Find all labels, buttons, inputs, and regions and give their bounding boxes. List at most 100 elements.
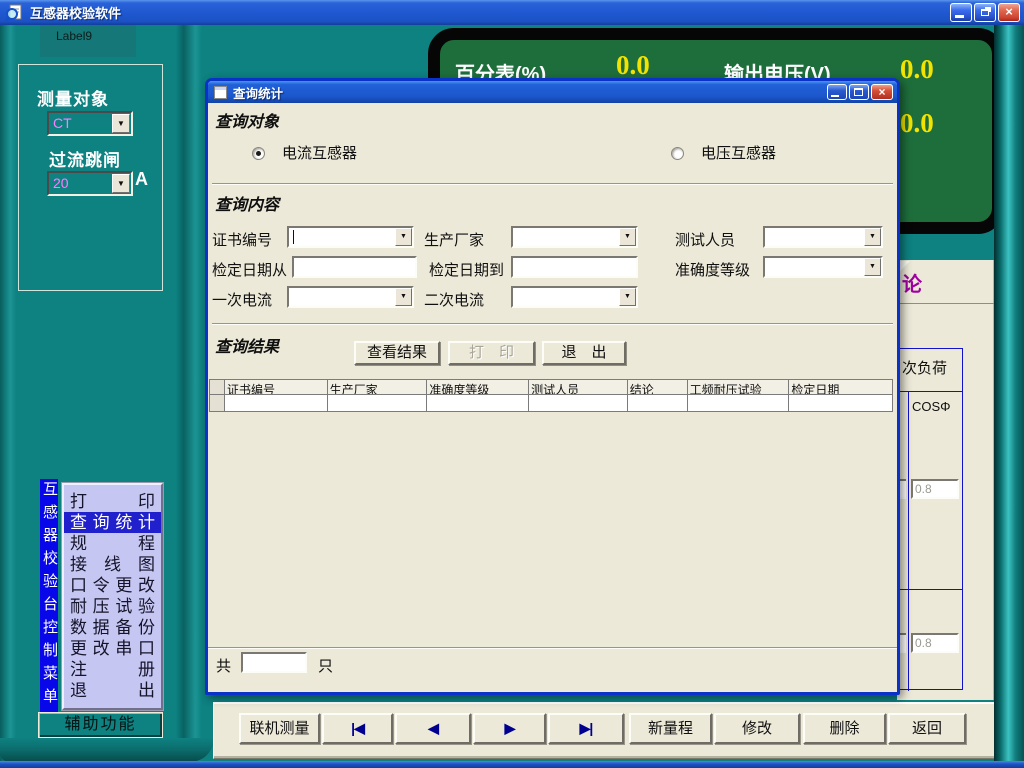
menu-item-exit[interactable]: 退出 — [64, 680, 161, 701]
chevron-down-icon[interactable]: ▼ — [864, 258, 881, 276]
voltage-value: 0.0 — [900, 54, 934, 85]
menu-item-change-serial-port[interactable]: 更改串口 — [64, 638, 161, 659]
dialog-close-button[interactable]: × — [871, 84, 893, 100]
menu-item-register[interactable]: 注册 — [64, 659, 161, 680]
label9-patch: Label9 — [40, 24, 136, 57]
tester-combo[interactable]: ▼ — [763, 226, 883, 248]
menu-item-change-password[interactable]: 口令更改 — [64, 575, 161, 596]
window-restore-button[interactable] — [974, 3, 996, 22]
table-header-conclusion: 结论 — [628, 380, 688, 395]
dialog-titlebar[interactable]: 查询统计 × — [208, 81, 897, 103]
ampere-unit-label: A — [135, 169, 148, 190]
section-divider — [212, 323, 893, 325]
results-table[interactable]: 证书编号 生产厂家 准确度等级 测试人员 结论 工频耐压试验 检定日期 — [209, 379, 893, 412]
window-title: 互感器校验软件 — [30, 3, 121, 22]
cos-phi-input-1[interactable]: 0.8 — [911, 479, 959, 499]
table-cell-empty — [328, 395, 428, 411]
auxiliary-functions-button[interactable]: 辅助功能 — [38, 712, 163, 738]
new-range-button[interactable]: 新量程 — [629, 713, 712, 744]
current-transformer-radio[interactable] — [252, 147, 265, 160]
app-icon — [5, 3, 24, 22]
main-titlebar[interactable]: 互感器校验软件 × — [0, 0, 1024, 25]
chevron-down-icon[interactable]: ▼ — [395, 288, 412, 306]
window-minimize-button[interactable] — [950, 3, 972, 22]
modify-button[interactable]: 修改 — [714, 713, 800, 744]
table-header-date: 检定日期 — [789, 380, 892, 395]
total-count-input[interactable] — [241, 652, 307, 673]
menu-item-regulations[interactable]: 规程 — [64, 533, 161, 554]
menu-vertical-title: 互感器校验台控制菜单 — [40, 479, 58, 712]
overcurrent-trip-label: 过流跳闸 — [49, 146, 121, 171]
table-header-selector — [210, 380, 225, 395]
date-to-label: 检定日期到 — [429, 259, 504, 280]
secondary-current-combo[interactable]: ▼ — [511, 286, 638, 308]
chevron-down-icon[interactable]: ▼ — [112, 174, 130, 193]
table-cell-empty — [789, 395, 892, 411]
chevron-down-icon[interactable]: ▼ — [619, 228, 636, 246]
delete-button[interactable]: 删除 — [803, 713, 886, 744]
menu-item-withstand-voltage-test[interactable]: 耐压试验 — [64, 596, 161, 617]
menu-item-wiring-diagram[interactable]: 接线图 — [64, 554, 161, 575]
cos-phi-input-2[interactable]: 0.8 — [911, 633, 959, 653]
online-measure-button[interactable]: 联机测量 — [239, 713, 320, 744]
date-from-input[interactable] — [292, 256, 417, 278]
backdrop-divider — [897, 303, 994, 304]
chevron-down-icon[interactable]: ▼ — [112, 114, 130, 133]
unit-label: 只 — [318, 655, 333, 676]
current-transformer-label[interactable]: 电流互感器 — [282, 142, 357, 163]
view-results-button[interactable]: 查看结果 — [354, 341, 440, 365]
date-to-input[interactable] — [511, 256, 638, 278]
return-button[interactable]: 返回 — [888, 713, 966, 744]
voltage-transformer-label[interactable]: 电压互感器 — [701, 142, 776, 163]
section-divider — [212, 183, 893, 185]
manufacturer-combo[interactable]: ▼ — [511, 226, 638, 248]
dialog-title: 查询统计 — [233, 83, 283, 102]
manufacturer-label: 生产厂家 — [424, 229, 484, 250]
label9-text: Label9 — [56, 29, 92, 43]
voltage-transformer-radio[interactable] — [671, 147, 684, 160]
table-header-row: 证书编号 生产厂家 准确度等级 测试人员 结论 工频耐压试验 检定日期 — [210, 380, 892, 395]
measure-object-combo[interactable]: CT ▼ — [47, 111, 133, 136]
query-content-section-title: 查询内容 — [215, 191, 279, 215]
certificate-number-label: 证书编号 — [212, 229, 272, 250]
dialog-maximize-button[interactable] — [849, 84, 869, 100]
exit-button[interactable]: 退 出 — [542, 341, 626, 365]
restore-icon — [981, 9, 989, 16]
last-record-icon[interactable]: ▶| — [548, 713, 624, 744]
left-frame-decoration — [0, 25, 16, 761]
certificate-number-combo[interactable]: ▼ — [287, 226, 414, 248]
table-cell-empty — [225, 395, 328, 411]
table-row[interactable] — [210, 395, 892, 411]
tester-label: 测试人员 — [675, 229, 735, 250]
table-header-certificate: 证书编号 — [225, 380, 328, 395]
query-object-section-title: 查询对象 — [215, 108, 279, 132]
chevron-down-icon[interactable]: ▼ — [395, 228, 412, 246]
window-bottom-border — [0, 761, 1024, 768]
app-window: Label9 百分表(%) 0.0 输出电压(V) 0.0 0.0 论 次负荷 … — [0, 0, 1024, 768]
grid-line — [897, 391, 963, 392]
overcurrent-trip-combo[interactable]: 20 ▼ — [47, 171, 133, 196]
print-button[interactable]: 打 印 — [448, 341, 535, 365]
first-record-icon[interactable]: |◀ — [322, 713, 393, 744]
dialog-minimize-button[interactable] — [827, 84, 847, 100]
measurement-panel: 测量对象 CT ▼ 过流跳闸 20 ▼ A — [18, 64, 163, 291]
primary-current-combo[interactable]: ▼ — [287, 286, 414, 308]
vertical-groove-decoration — [176, 25, 202, 761]
table-cell-selector — [210, 395, 225, 411]
menu-item-print[interactable]: 打印 — [64, 491, 161, 512]
table-cell-empty — [529, 395, 628, 411]
dialog-body: 查询对象 电流互感器 电压互感器 查询内容 证书编号 ▼ 生产厂家 ▼ 测试人员… — [208, 103, 897, 692]
table-cell-empty — [628, 395, 688, 411]
next-record-icon[interactable]: ▶ — [473, 713, 546, 744]
footer-divider — [208, 647, 897, 649]
chevron-down-icon[interactable]: ▼ — [864, 228, 881, 246]
menu-item-data-backup[interactable]: 数据备份 — [64, 617, 161, 638]
grid-line — [897, 589, 963, 590]
menu-item-query-statistics[interactable]: 查询统计 — [64, 512, 161, 533]
table-cell-empty — [688, 395, 790, 411]
previous-record-icon[interactable]: ◀ — [395, 713, 471, 744]
accuracy-class-combo[interactable]: ▼ — [763, 256, 883, 278]
table-header-withstand-test: 工频耐压试验 — [688, 380, 790, 395]
chevron-down-icon[interactable]: ▼ — [619, 288, 636, 306]
window-close-button[interactable]: × — [998, 3, 1020, 22]
